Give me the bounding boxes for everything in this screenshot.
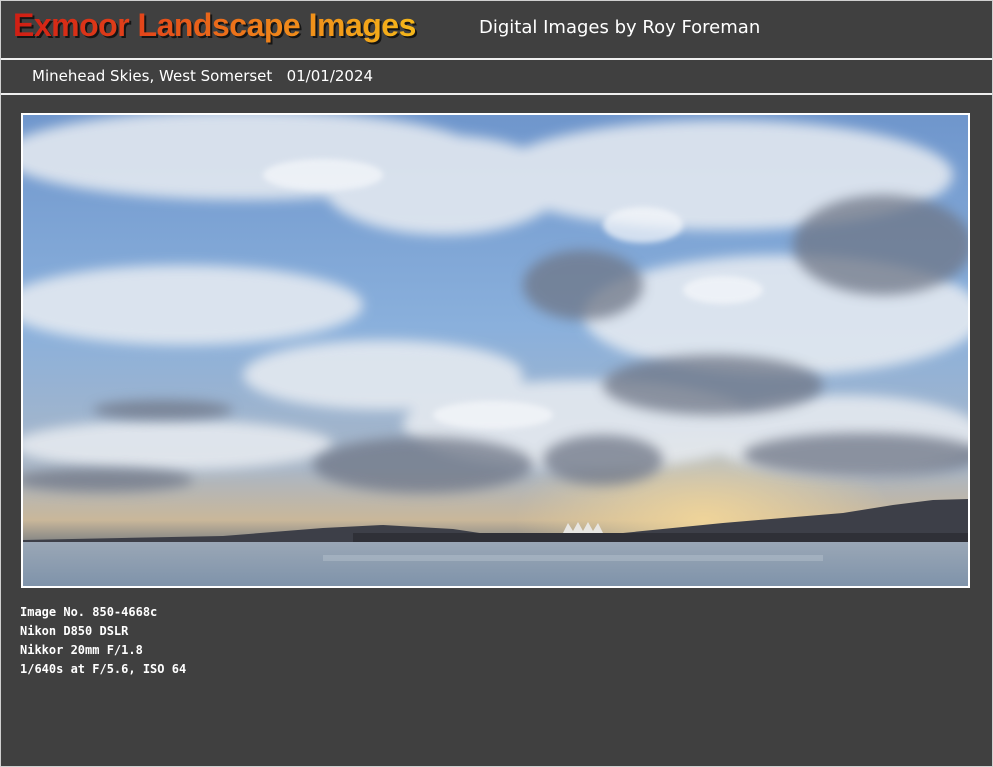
image-number: Image No. 850-4668c	[20, 605, 158, 619]
header-divider	[1, 58, 992, 60]
photo-image	[23, 115, 968, 586]
image-caption: Minehead Skies, West Somerset 01/01/2024	[32, 67, 374, 85]
camera-model: Nikon D850 DSLR	[20, 624, 129, 638]
landscape-photo[interactable]	[21, 113, 970, 588]
caption-divider	[1, 93, 992, 95]
lens-model: Nikkor 20mm F/1.8	[20, 643, 143, 657]
site-byline: Digital Images by Roy Foreman	[479, 17, 761, 38]
site-header: Exmoor Landscape Images Digital Images b…	[1, 1, 992, 57]
exposure-settings: 1/640s at F/5.6, ISO 64	[20, 662, 187, 676]
site-logo[interactable]: Exmoor Landscape Images	[13, 7, 416, 44]
image-details: Image No. 850-4668c Nikon D850 DSLR Nikk…	[20, 603, 186, 679]
